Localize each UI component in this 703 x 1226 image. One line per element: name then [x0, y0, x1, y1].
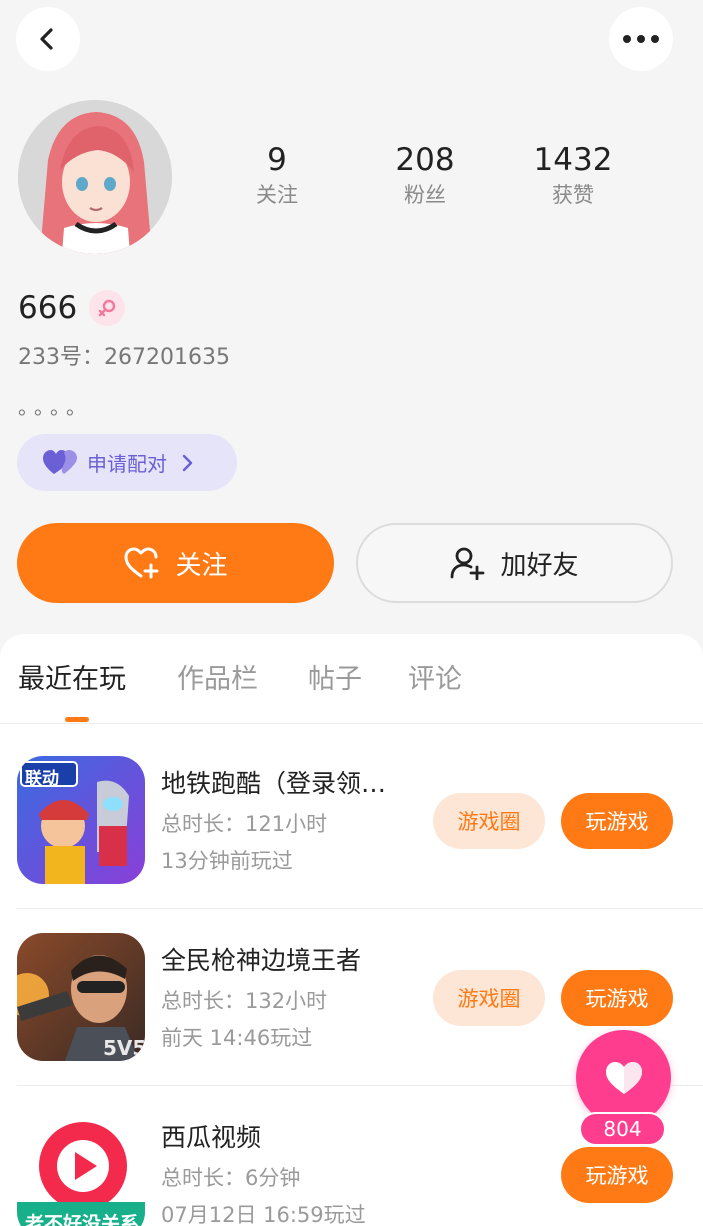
female-symbol-icon [89, 290, 125, 326]
stat-fans[interactable]: 208 粉丝 [355, 140, 495, 210]
game-circle-button[interactable]: 游戏圈 [433, 793, 545, 849]
game-circle-button[interactable]: 游戏圈 [433, 970, 545, 1026]
add-user-icon [451, 547, 485, 580]
stat-following[interactable]: 9 关注 [207, 140, 347, 210]
apply-pair-label: 申请配对 [87, 452, 167, 476]
username: 666 [18, 290, 78, 326]
back-button[interactable] [16, 7, 80, 71]
game-icon-xigua-video[interactable]: 老不好没关系 [17, 1110, 145, 1226]
tab-comments[interactable]: 评论 [408, 660, 462, 700]
play-game-button[interactable]: 玩游戏 [561, 1147, 673, 1203]
game-last-played: 13分钟前玩过 [161, 849, 293, 873]
tab-recently-played[interactable]: 最近在玩 [18, 660, 126, 700]
add-friend-button[interactable]: 加好友 [356, 523, 673, 603]
stat-label: 关注 [256, 183, 298, 207]
game-icon-badge: 联动 [25, 769, 59, 789]
game-icon-subway-surfers[interactable]: 联动 [17, 756, 145, 884]
stat-value: 208 [395, 142, 455, 178]
avatar[interactable] [18, 100, 172, 254]
heart-plus-icon [124, 547, 159, 579]
bio: 。。。。 [18, 395, 92, 419]
divider [17, 908, 703, 909]
follow-button[interactable]: 关注 [17, 523, 334, 603]
tab-posts[interactable]: 帖子 [308, 660, 362, 700]
tab-works[interactable]: 作品栏 [177, 660, 258, 700]
more-options-button[interactable] [609, 7, 673, 71]
user-id: 233号：267201635 [18, 345, 230, 370]
apply-pair-button[interactable]: 申请配对 [17, 434, 237, 491]
divider [0, 723, 703, 724]
heart-pair-icon [43, 449, 77, 474]
game-icon-badge: 老不好没关系 [25, 1212, 139, 1226]
game-title[interactable]: 地铁跑酷（登录领… [161, 766, 386, 802]
stat-value: 1432 [533, 142, 613, 178]
play-game-button[interactable]: 玩游戏 [561, 793, 673, 849]
game-duration: 总时长：121小时 [161, 812, 328, 836]
stat-likes[interactable]: 1432 获赞 [503, 140, 643, 210]
game-last-played: 07月12日 16:59玩过 [161, 1203, 366, 1226]
like-button[interactable] [576, 1030, 671, 1125]
game-title[interactable]: 西瓜视频 [161, 1120, 261, 1156]
chevron-left-icon [40, 28, 53, 50]
game-title[interactable]: 全民枪神边境王者 [161, 943, 361, 979]
stat-label: 获赞 [552, 183, 594, 207]
play-game-button[interactable]: 玩游戏 [561, 970, 673, 1026]
stat-label: 粉丝 [404, 183, 446, 207]
tab-indicator [65, 717, 89, 722]
follow-label: 关注 [175, 550, 228, 581]
chevron-right-icon [182, 454, 193, 471]
game-icon-gun-god[interactable]: 5V5 [17, 933, 145, 1061]
like-count: 804 [579, 1112, 666, 1146]
add-friend-label: 加好友 [500, 550, 579, 581]
game-duration: 总时长：6分钟 [161, 1166, 301, 1190]
heart-icon [605, 1061, 642, 1094]
game-last-played: 前天 14:46玩过 [161, 1026, 313, 1050]
stat-value: 9 [267, 142, 287, 178]
more-horizontal-icon [623, 35, 659, 43]
game-duration: 总时长：132小时 [161, 989, 328, 1013]
